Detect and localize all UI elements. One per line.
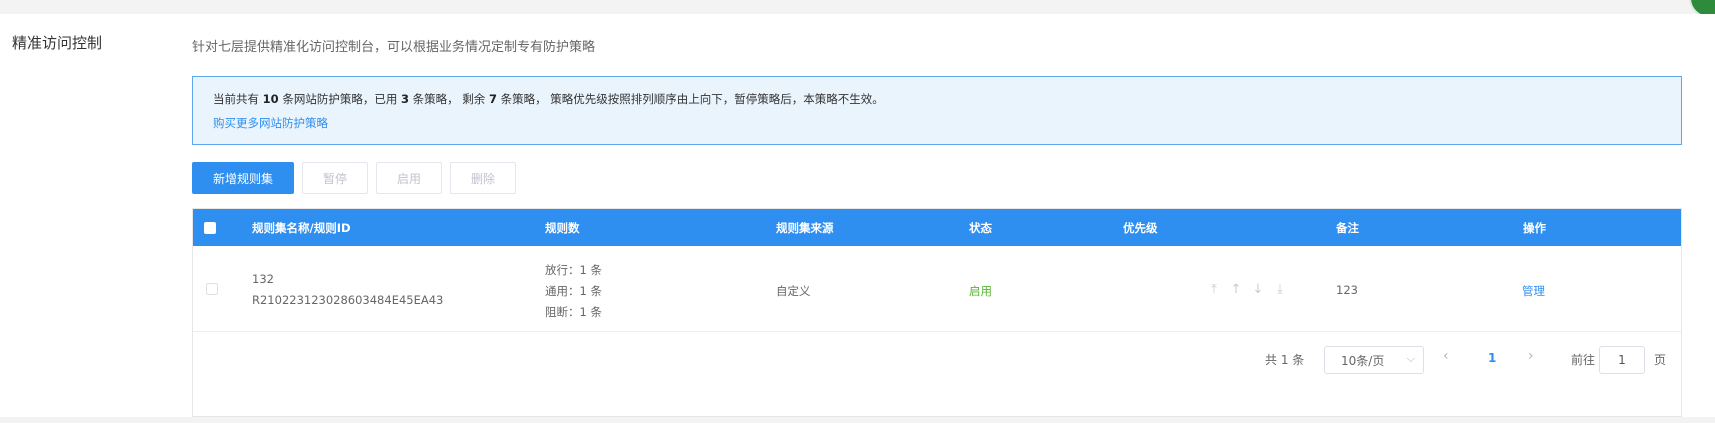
rule-count-allow: 放行：1 条 (545, 263, 602, 277)
notice-box: 当前共有 10 条网站防护策略，已用 3 条策略， 剩余 7 条策略， 策略优先… (192, 76, 1682, 145)
table-row: 132 R210223123028603484E45EA43 放行：1 条 通用… (193, 246, 1681, 332)
header-priority: 优先级 (1123, 221, 1158, 235)
ruleset-source: 自定义 (776, 284, 811, 298)
page-number-current[interactable]: 1 (1488, 351, 1496, 365)
page-size-select[interactable]: 10条/页 ⌵ (1324, 346, 1424, 374)
prev-page-icon[interactable]: ‹ (1443, 348, 1449, 364)
page-unit-label: 页 (1654, 353, 1667, 367)
header-name: 规则集名称/规则ID (252, 221, 351, 235)
header-source: 规则集来源 (776, 221, 834, 235)
pause-button[interactable]: 暂停 (302, 162, 368, 194)
top-bar (0, 0, 1715, 14)
header-rule-count: 规则数 (545, 221, 580, 235)
move-up-icon[interactable]: ↑ (1228, 282, 1244, 297)
pagination-total: 共 1 条 (1265, 353, 1305, 367)
move-down-icon[interactable]: ↓ (1250, 282, 1266, 297)
ruleset-name: 132 (252, 272, 274, 286)
notice-remaining: 7 (488, 92, 497, 106)
add-ruleset-button[interactable]: 新增规则集 (192, 162, 294, 194)
header-remark: 备注 (1336, 221, 1359, 235)
status-badge: 启用 (969, 284, 992, 298)
ruleset-remark: 123 (1336, 283, 1358, 297)
access-control-panel: 精准访问控制 针对七层提供精准化访问控制台，可以根据业务情况定制专有防护策略 当… (0, 14, 1715, 417)
ruleset-table: 规则集名称/规则ID 规则数 规则集来源 状态 优先级 备注 操作 132 R2… (192, 208, 1682, 417)
bottom-strip (0, 417, 1715, 423)
buy-more-policies-link[interactable]: 购买更多网站防护策略 (213, 115, 328, 131)
delete-button[interactable]: 删除 (450, 162, 516, 194)
move-top-icon[interactable]: ⤒ (1206, 282, 1222, 297)
pagination: 共 1 条 10条/页 ⌵ ‹ 1 › 前往 页 (193, 333, 1681, 387)
row-checkbox[interactable] (206, 283, 218, 295)
rule-count-block: 阻断：1 条 (545, 305, 602, 319)
section-title: 精准访问控制 (12, 34, 103, 52)
notice-used: 3 (400, 92, 409, 106)
rule-count-general: 通用：1 条 (545, 284, 602, 298)
enable-button[interactable]: 启用 (376, 162, 442, 194)
chevron-down-icon: ⌵ (1406, 352, 1415, 365)
select-all-checkbox[interactable] (204, 222, 216, 234)
table-header: 规则集名称/规则ID 规则数 规则集来源 状态 优先级 备注 操作 (193, 209, 1681, 246)
header-action: 操作 (1523, 221, 1546, 235)
priority-controls: ⤒ ↑ ↓ ⤓ (1206, 282, 1288, 297)
goto-label: 前往 (1571, 353, 1596, 367)
notice-text: 当前共有 10 条网站防护策略，已用 3 条策略， 剩余 7 条策略， 策略优先… (213, 92, 884, 106)
page-size-value: 10条/页 (1341, 353, 1385, 368)
header-status: 状态 (969, 221, 992, 235)
notice-total: 10 (262, 92, 279, 106)
ruleset-id: R210223123028603484E45EA43 (252, 293, 444, 307)
next-page-icon[interactable]: › (1528, 348, 1534, 364)
move-bottom-icon[interactable]: ⤓ (1272, 282, 1288, 297)
goto-page-input[interactable] (1599, 346, 1645, 374)
manage-link[interactable]: 管理 (1522, 283, 1545, 299)
section-description: 针对七层提供精准化访问控制台，可以根据业务情况定制专有防护策略 (192, 40, 596, 55)
